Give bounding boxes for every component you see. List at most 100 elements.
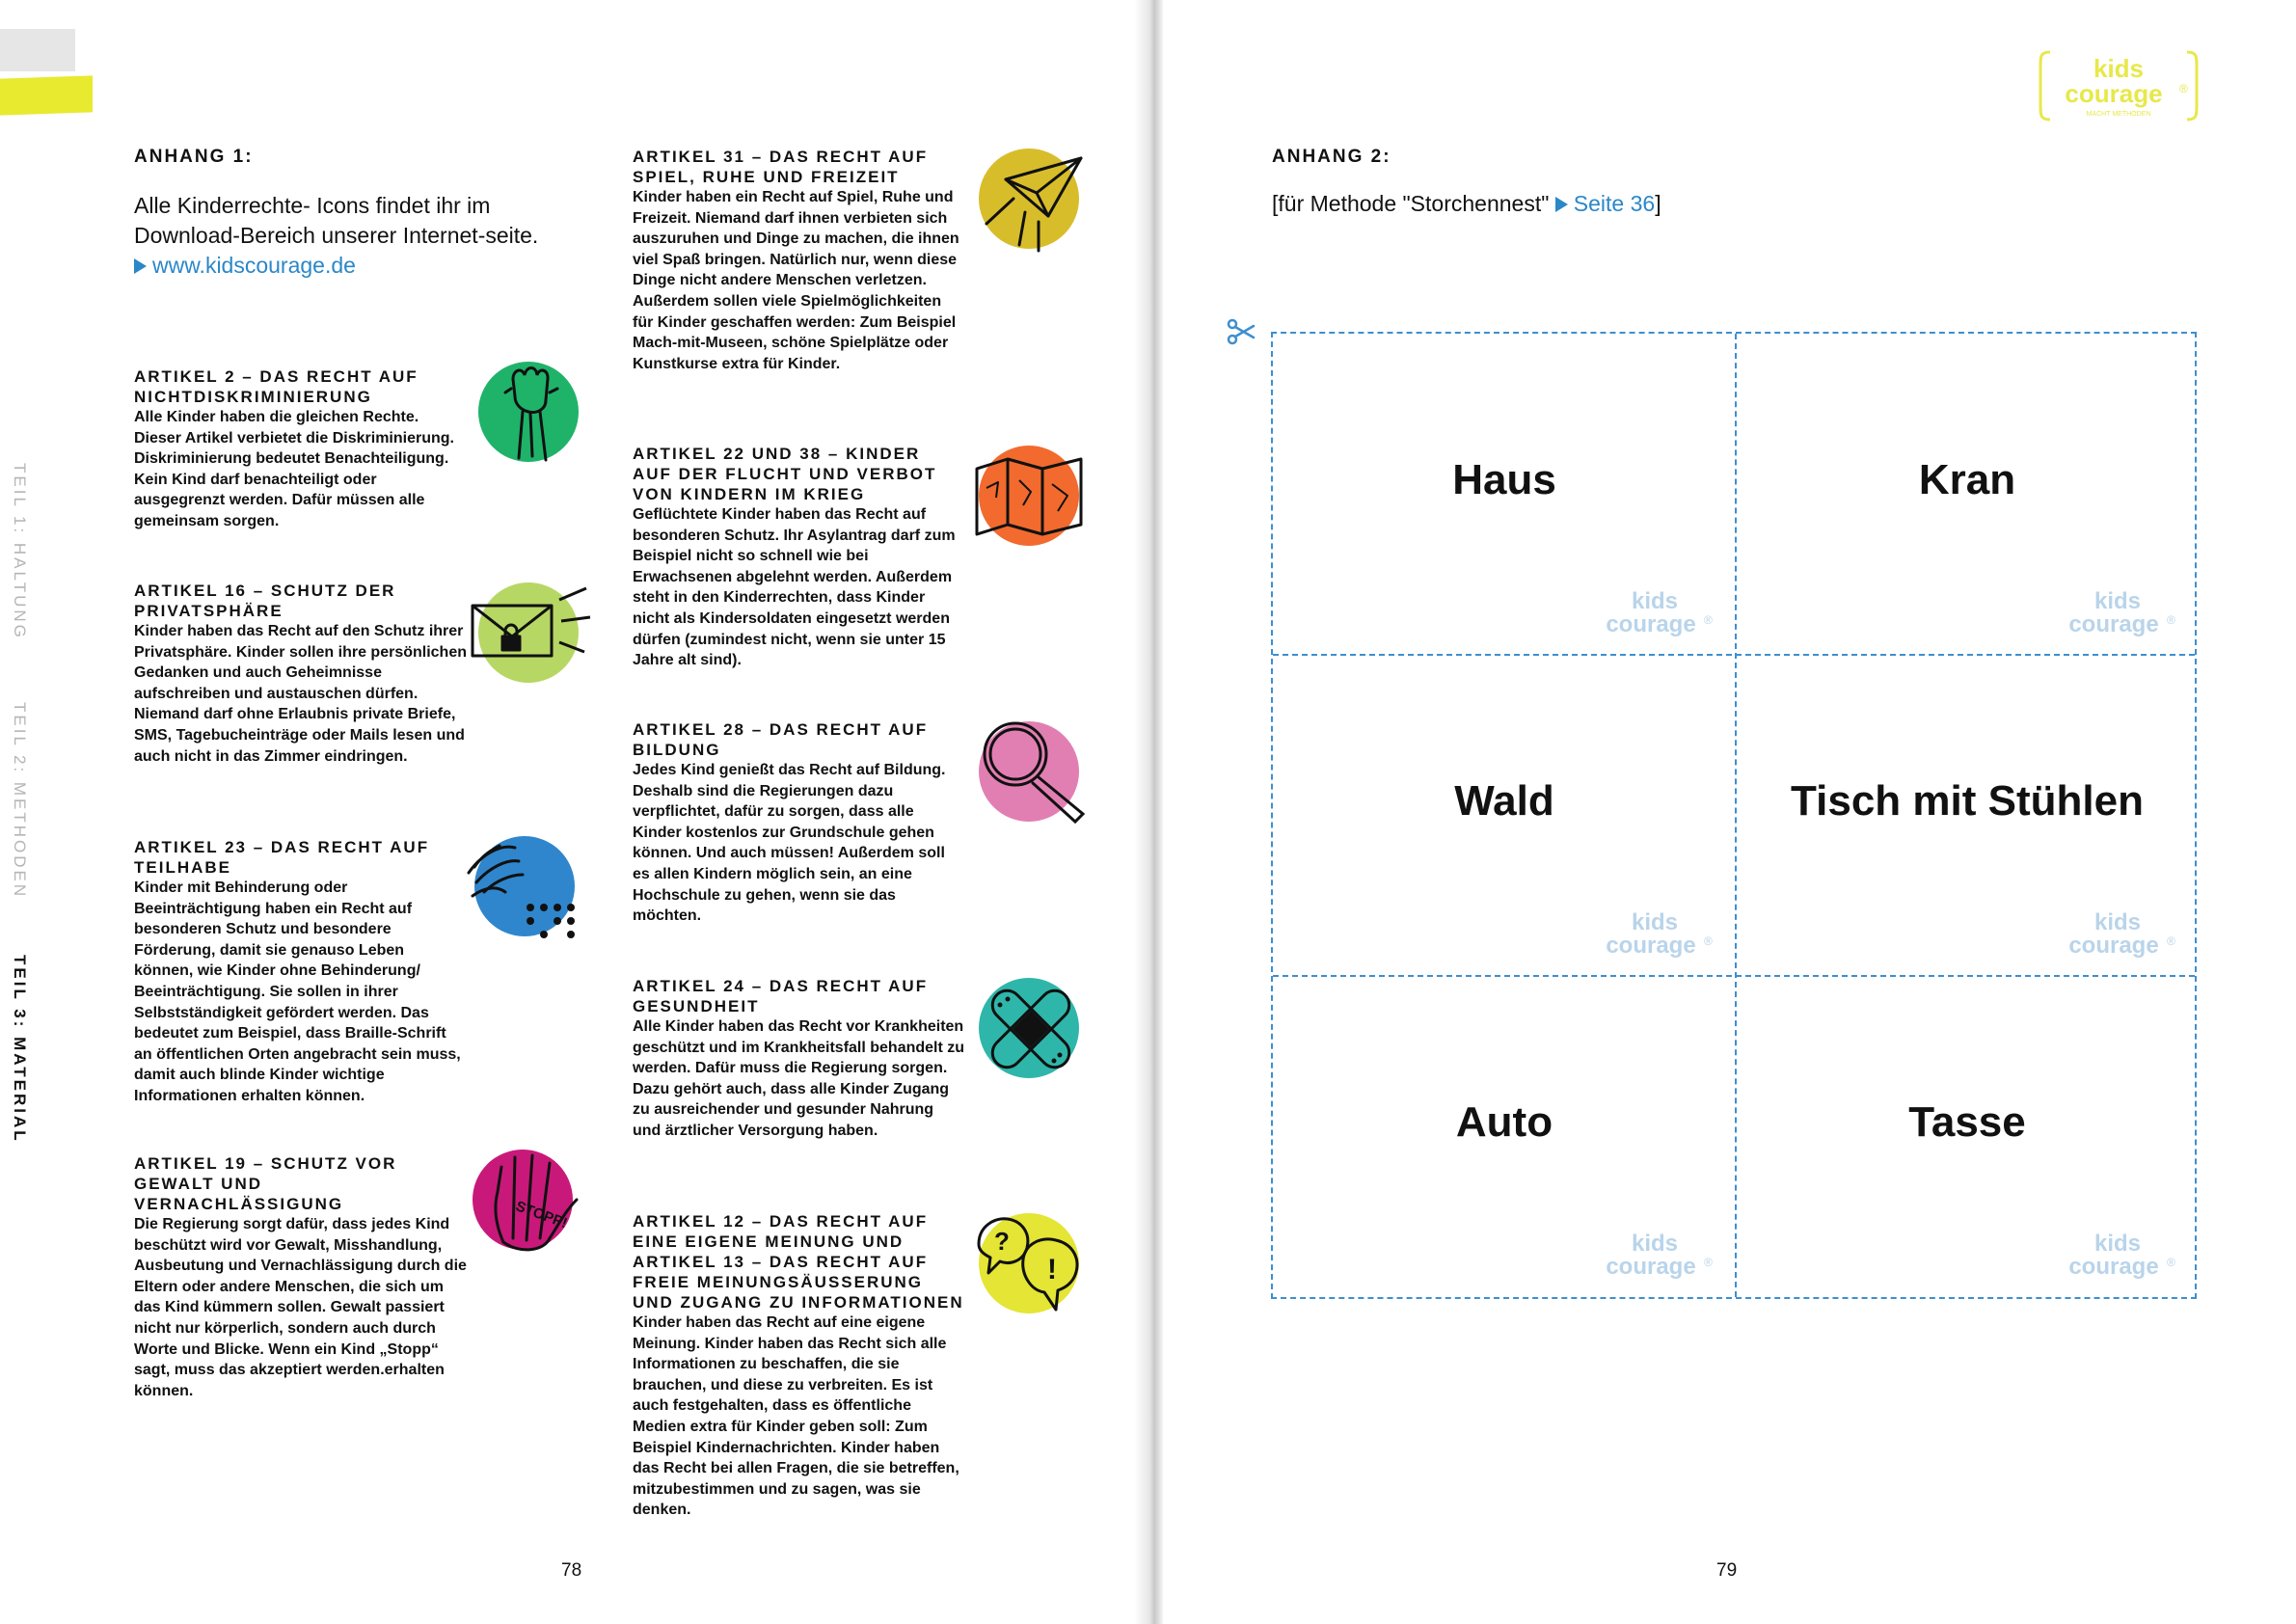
- logo-reg: ®: [2179, 82, 2188, 95]
- speech-bubbles-icon: ? !: [977, 1217, 1079, 1312]
- article-2: ARTIKEL 2 – DAS RECHT AUF NICHTDISKRIMIN…: [134, 366, 467, 532]
- method-reference: [für Methode "Storchennest" Seite 36]: [1272, 191, 1661, 217]
- article-23: ARTIKEL 23 – DAS RECHT AUF TEILHABE Kind…: [134, 837, 467, 1107]
- article-16: ARTIKEL 16 – SCHUTZ DER PRIVATSPHÄRE Kin…: [134, 581, 467, 767]
- article-title: ARTIKEL 24 – DAS RECHT AUF GESUNDHEIT: [633, 977, 929, 1015]
- word-card-auto: Auto kids courage ®: [1273, 976, 1736, 1297]
- article-28: ARTIKEL 28 – DAS RECHT AUF BILDUNG Jedes…: [633, 719, 965, 927]
- stop-hand-icon: STOPP!: [494, 1153, 579, 1252]
- watermark-line1: kids: [1632, 909, 1678, 935]
- speech-bubbles-icon: ? !: [967, 1202, 1093, 1327]
- anhang2-heading: ANHANG 2:: [1272, 147, 1391, 167]
- kidscourage-watermark: kids courage ®: [1606, 1231, 1713, 1280]
- watermark-reg: ®: [2167, 934, 2175, 948]
- folded-map-icon: [975, 457, 1083, 536]
- bandage-icon: [990, 988, 1071, 1069]
- cutout-card-grid: Haus kids courage ® Kran kids courage ® …: [1271, 332, 2197, 1299]
- yellow-tape-strip: [0, 75, 93, 116]
- watermark-reg: ®: [1704, 1256, 1713, 1269]
- article-text: Die Regierung sorgt dafür, dass jedes Ki…: [134, 1216, 467, 1399]
- kidscourage-watermark: kids courage ®: [1606, 588, 1713, 637]
- word-card-tasse: Tasse kids courage ®: [1736, 976, 2199, 1297]
- magnifier-icon: [967, 710, 1093, 835]
- article-text: Kinder mit Behinderung oder Beeinträchti…: [134, 880, 461, 1104]
- logo-line2: courage: [2065, 79, 2162, 108]
- raised-fist-icon: [503, 366, 559, 462]
- article-text: Jedes Kind genießt das Recht auf Bildung…: [633, 762, 946, 925]
- page-link[interactable]: Seite 36: [1574, 191, 1655, 216]
- article-title: ARTIKEL 22 UND 38 – KINDER AUF DER FLUCH…: [633, 445, 937, 503]
- article-31: ARTIKEL 31 – DAS RECHT AUF SPIEL, RUHE U…: [633, 147, 965, 374]
- intro-paragraph: Alle Kinderrechte- Icons findet ihr im D…: [134, 191, 539, 281]
- article-text: Alle Kinder haben das Recht vor Krankhei…: [633, 1018, 965, 1139]
- watermark-line2: courage: [2068, 933, 2158, 959]
- article-text: Geflüchtete Kinder haben das Recht auf b…: [633, 506, 956, 669]
- watermark-line1: kids: [1632, 588, 1678, 614]
- kidscourage-watermark: kids courage ®: [2068, 1231, 2175, 1280]
- article-title: ARTIKEL 19 – SCHUTZ VOR GEWALT UND VERNA…: [134, 1154, 397, 1213]
- article-24: ARTIKEL 24 – DAS RECHT AUF GESUNDHEIT Al…: [633, 976, 965, 1142]
- website-link[interactable]: www.kidscourage.de: [152, 253, 356, 278]
- watermark-line2: courage: [1606, 611, 1695, 637]
- watermark-line2: courage: [1606, 933, 1695, 959]
- bandage-icon: [967, 966, 1093, 1092]
- watermark-line2: courage: [2068, 1254, 2158, 1280]
- logo-tagline: MACHT METHODEN: [2087, 111, 2151, 118]
- watermark-line1: kids: [2094, 1231, 2141, 1257]
- kidscourage-watermark: kids courage ®: [2068, 909, 2175, 959]
- folded-map-icon: [967, 434, 1093, 559]
- left-page: TEIL 1: HALTUNG TEIL 2: METHODEN TEIL 3:…: [0, 0, 1153, 1624]
- watermark-reg: ®: [2167, 613, 2175, 627]
- watermark-line1: kids: [2094, 909, 2141, 935]
- article-title: ARTIKEL 12 – DAS RECHT AUF EINE EIGENE M…: [633, 1212, 964, 1312]
- word-card-haus: Haus kids courage ®: [1273, 334, 1736, 655]
- watermark-line2: courage: [2068, 611, 2158, 637]
- watermark-line1: kids: [2094, 588, 2141, 614]
- paper-plane-icon: [985, 156, 1083, 253]
- watermark-reg: ®: [1704, 934, 1713, 948]
- grey-tape-strip: [0, 29, 75, 71]
- article-12-13: ARTIKEL 12 – DAS RECHT AUF EINE EIGENE M…: [633, 1211, 965, 1521]
- method-prefix: [für Methode "Storchennest": [1272, 191, 1550, 216]
- link-arrow-icon: [134, 258, 147, 274]
- side-nav-teil3: TEIL 3: MATERIAL: [11, 955, 29, 1144]
- link-arrow-icon: [1554, 197, 1568, 212]
- intro-text: Alle Kinderrechte- Icons findet ihr im D…: [134, 193, 539, 248]
- article-19: ARTIKEL 19 – SCHUTZ VOR GEWALT UND VERNA…: [134, 1153, 467, 1401]
- kidscourage-logo: kids courage ® MACHT METHODEN: [2039, 50, 2199, 122]
- article-text: Kinder haben das Recht auf den Schutz ih…: [134, 623, 467, 765]
- svg-text:!: !: [1047, 1254, 1057, 1286]
- page-number-right: 79: [1716, 1560, 1738, 1581]
- locked-envelope-icon: [467, 571, 592, 696]
- stop-hand-icon: STOPP!: [461, 1138, 586, 1263]
- word-card-kran: Kran kids courage ®: [1736, 334, 2199, 655]
- book-spread: TEIL 1: HALTUNG TEIL 2: METHODEN TEIL 3:…: [0, 0, 2296, 1624]
- scissors-icon: [1227, 318, 1256, 345]
- raised-fist-icon: [467, 350, 592, 475]
- svg-text:?: ?: [994, 1227, 1010, 1256]
- watermark-line2: courage: [1606, 1254, 1695, 1280]
- side-nav-teil2: TEIL 2: METHODEN: [11, 702, 29, 900]
- article-title: ARTIKEL 23 – DAS RECHT AUF TEILHABE: [134, 838, 430, 877]
- article-text: Kinder haben ein Recht auf Spiel, Ruhe u…: [633, 189, 959, 372]
- word-card-wald: Wald kids courage ®: [1273, 655, 1736, 976]
- article-title: ARTIKEL 16 – SCHUTZ DER PRIVATSPHÄRE: [134, 582, 396, 620]
- kidscourage-watermark: kids courage ®: [2068, 588, 2175, 637]
- article-text: Kinder haben das Recht auf eine eigene M…: [633, 1314, 959, 1519]
- article-22-38: ARTIKEL 22 UND 38 – KINDER AUF DER FLUCH…: [633, 444, 965, 671]
- side-nav-teil1: TEIL 1: HALTUNG: [11, 463, 29, 640]
- page-number-left: 78: [561, 1560, 582, 1581]
- word-card-tisch: Tisch mit Stühlen kids courage ®: [1736, 655, 2199, 976]
- article-title: ARTIKEL 28 – DAS RECHT AUF BILDUNG: [633, 720, 929, 759]
- anhang1-heading: ANHANG 1:: [134, 147, 254, 167]
- sign-language-braille-icon: [463, 825, 588, 950]
- watermark-reg: ®: [2167, 1256, 2175, 1269]
- article-text: Alle Kinder haben die gleichen Rechte. D…: [134, 409, 454, 529]
- article-title: ARTIKEL 31 – DAS RECHT AUF SPIEL, RUHE U…: [633, 148, 929, 186]
- kidscourage-watermark: kids courage ®: [1606, 909, 1713, 959]
- side-navigation: TEIL 1: HALTUNG TEIL 2: METHODEN TEIL 3:…: [10, 463, 48, 1157]
- watermark-reg: ®: [1704, 613, 1713, 627]
- locked-envelope-icon: [471, 586, 591, 658]
- method-suffix: ]: [1655, 191, 1661, 216]
- paper-plane-icon: [967, 137, 1093, 262]
